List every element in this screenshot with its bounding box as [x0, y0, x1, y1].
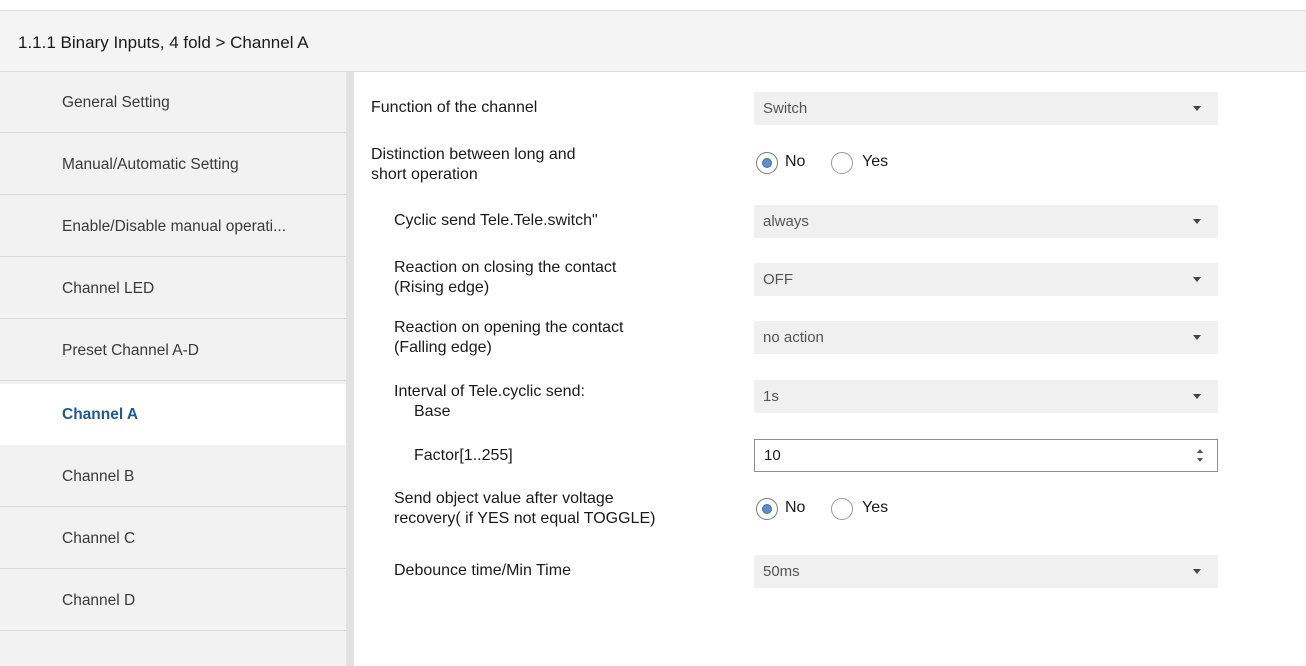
chevron-down-icon — [1193, 394, 1201, 399]
factor-label: Factor[1..255] — [414, 447, 513, 464]
interval-base-value: 1s — [763, 388, 779, 405]
top-strip — [0, 0, 1306, 10]
send-after-recovery-radio-yes[interactable] — [831, 498, 853, 520]
distinction-label-line1: Distinction between long and — [371, 146, 576, 163]
reaction-closing-select[interactable]: OFF — [754, 263, 1218, 296]
chevron-down-icon — [1193, 569, 1201, 574]
reaction-closing-label-line1: Reaction on closing the contact — [394, 259, 617, 276]
sidebar-item-enable-disable-manual-operation[interactable]: Enable/Disable manual operati... — [0, 196, 346, 257]
function-label: Function of the channel — [371, 99, 538, 116]
reaction-closing-label: Reaction on closing the contact (Rising … — [394, 258, 616, 298]
sidebar-item-channel-a[interactable]: Channel A — [0, 384, 354, 445]
debounce-value: 50ms — [763, 563, 800, 580]
sidebar-item-channel-d[interactable]: Channel D — [0, 570, 346, 631]
send-after-recovery-option-yes[interactable]: Yes — [862, 499, 888, 517]
interval-base-select[interactable]: 1s — [754, 380, 1218, 413]
send-after-recovery-label-line1: Send object value after voltage — [394, 490, 614, 507]
chevron-down-icon — [1193, 219, 1201, 224]
distinction-option-no[interactable]: No — [785, 153, 805, 171]
distinction-radio-yes[interactable] — [831, 152, 853, 174]
sidebar-item-channel-b[interactable]: Channel B — [0, 446, 346, 507]
reaction-opening-select[interactable]: no action — [754, 321, 1218, 354]
debounce-label: Debounce time/Min Time — [394, 562, 571, 579]
sidebar-item-preset-channel-a-d[interactable]: Preset Channel A-D — [0, 320, 346, 381]
cyclic-send-select[interactable]: always — [754, 205, 1218, 238]
chevron-down-icon — [1193, 106, 1201, 111]
function-select[interactable]: Switch — [754, 92, 1218, 125]
function-value: Switch — [763, 100, 808, 117]
chevron-down-icon — [1193, 277, 1201, 282]
sidebar-item-general-setting[interactable]: General Setting — [0, 72, 346, 133]
send-after-recovery-option-no[interactable]: No — [785, 499, 805, 517]
send-after-recovery-radio-no[interactable] — [756, 498, 778, 520]
send-after-recovery-label: Send object value after voltage recovery… — [394, 489, 655, 529]
spin-down-icon[interactable] — [1197, 458, 1203, 462]
debounce-select[interactable]: 50ms — [754, 555, 1218, 588]
sidebar-item-manual-automatic-setting[interactable]: Manual/Automatic Setting — [0, 134, 346, 195]
reaction-opening-value: no action — [763, 329, 824, 346]
reaction-opening-label-line2: (Falling edge) — [394, 339, 492, 356]
distinction-label: Distinction between long and short opera… — [371, 145, 576, 185]
chevron-down-icon — [1193, 335, 1201, 340]
page-header: 1.1.1 Binary Inputs, 4 fold > Channel A — [0, 10, 1306, 72]
factor-stepper[interactable]: 10 — [754, 439, 1218, 472]
reaction-opening-label-line1: Reaction on opening the contact — [394, 319, 624, 336]
interval-label-line1: Interval of Tele.cyclic send: — [394, 383, 585, 400]
cyclic-send-value: always — [763, 213, 809, 230]
factor-value[interactable]: 10 — [764, 447, 781, 464]
reaction-closing-value: OFF — [763, 271, 793, 288]
page-title: 1.1.1 Binary Inputs, 4 fold > Channel A — [18, 33, 309, 52]
reaction-opening-label: Reaction on opening the contact (Falling… — [394, 318, 624, 358]
sidebar-item-channel-c[interactable]: Channel C — [0, 508, 346, 569]
cyclic-send-label: Cyclic send Tele.Tele.switch" — [394, 212, 598, 229]
sidebar: General Setting Manual/Automatic Setting… — [0, 72, 354, 666]
spin-up-icon[interactable] — [1197, 449, 1203, 453]
interval-label: Interval of Tele.cyclic send: Base — [394, 382, 585, 422]
distinction-option-yes[interactable]: Yes — [862, 153, 888, 171]
reaction-closing-label-line2: (Rising edge) — [394, 279, 490, 296]
send-after-recovery-label-line2: recovery( if YES not equal TOGGLE) — [394, 510, 656, 527]
distinction-label-line2: short operation — [371, 166, 478, 183]
interval-label-line2: Base — [414, 403, 451, 420]
sidebar-item-channel-led[interactable]: Channel LED — [0, 258, 346, 319]
distinction-radio-no[interactable] — [756, 152, 778, 174]
sidebar-scroll-rail — [346, 72, 354, 666]
